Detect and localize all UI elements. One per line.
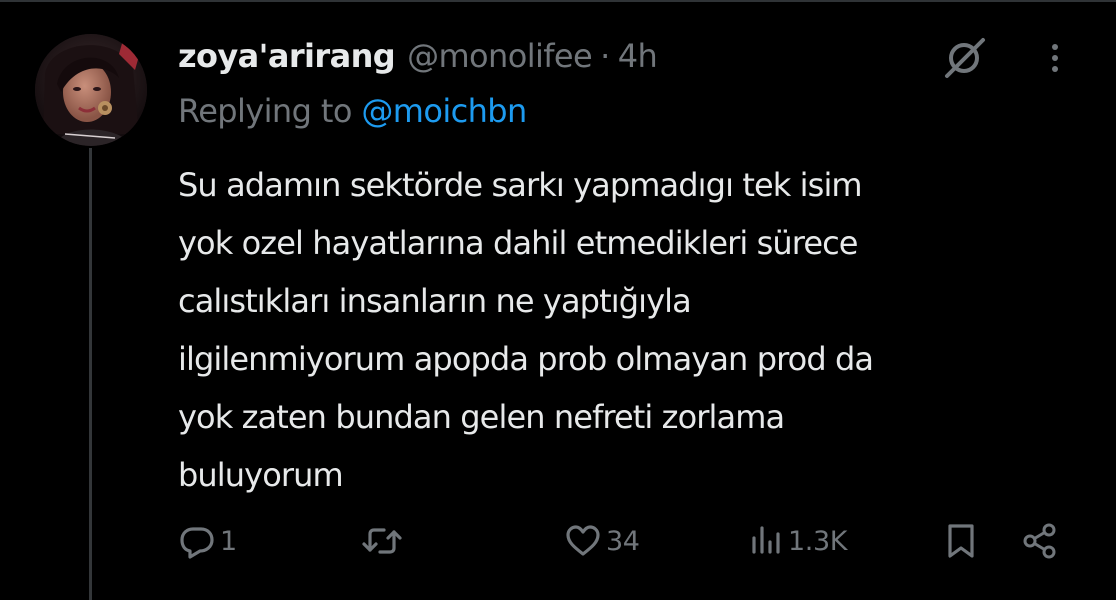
tweet-text-line: ilgilenmiyorum apopda prob olmayan prod … bbox=[178, 340, 874, 378]
avatar[interactable] bbox=[35, 34, 147, 146]
replying-to: Replying to @moichbn bbox=[178, 92, 527, 130]
bookmark-button[interactable] bbox=[942, 516, 980, 566]
reply-button[interactable]: 1 bbox=[178, 516, 237, 566]
tweet-text-line: buluyorum bbox=[178, 456, 344, 494]
like-count: 34 bbox=[606, 525, 640, 557]
share-button[interactable] bbox=[1020, 516, 1060, 566]
more-vertical-icon[interactable] bbox=[1040, 38, 1070, 78]
tweet-text-line: yok zaten bundan gelen nefreti zorlama bbox=[178, 398, 785, 436]
grok-icon[interactable] bbox=[940, 36, 990, 80]
tweet-text-line: yok ozel hayatlarına dahil etmedikleri s… bbox=[178, 224, 859, 262]
like-button[interactable]: 34 bbox=[564, 516, 640, 566]
header-separator: · bbox=[600, 37, 610, 75]
retweet-button[interactable] bbox=[360, 516, 404, 566]
top-divider bbox=[0, 0, 1116, 2]
author-handle[interactable]: @monolifee bbox=[407, 37, 593, 75]
views-bar-chart-icon bbox=[752, 526, 780, 554]
view-count: 1.3K bbox=[788, 525, 848, 557]
action-bar: 1 34 1.3K bbox=[178, 516, 1078, 566]
reply-count: 1 bbox=[220, 525, 237, 557]
tweet-text-line: calıstıkları insanların ne yaptığıyla bbox=[178, 282, 692, 320]
thread-connector-line bbox=[89, 148, 92, 600]
retweet-icon bbox=[362, 528, 402, 554]
author-display-name[interactable]: zoya'arirang bbox=[178, 37, 396, 75]
reply-mention-link[interactable]: @moichbn bbox=[361, 92, 527, 130]
share-icon bbox=[1023, 523, 1056, 559]
tweet-header: zoya'arirang @monolifee · 4h bbox=[178, 34, 658, 78]
tweet-timestamp[interactable]: 4h bbox=[618, 37, 658, 75]
bookmark-icon bbox=[948, 524, 974, 558]
reply-icon bbox=[180, 527, 214, 559]
heart-icon bbox=[566, 525, 600, 556]
replying-to-label: Replying to bbox=[178, 92, 352, 130]
avatar-image bbox=[35, 34, 147, 146]
views-button[interactable]: 1.3K bbox=[748, 516, 847, 566]
tweet-text: Su adamın sektörde sarkı yapmadıgı tek i… bbox=[178, 156, 1078, 504]
tweet-text-line: Su adamın sektörde sarkı yapmadıgı tek i… bbox=[178, 166, 863, 204]
